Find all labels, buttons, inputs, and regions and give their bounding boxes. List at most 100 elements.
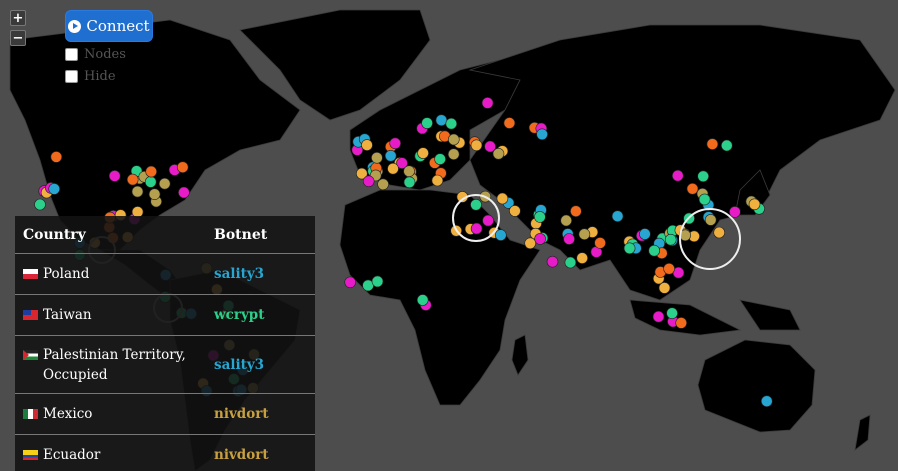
botnet-name: nivdort bbox=[214, 406, 269, 422]
attack-dot bbox=[384, 150, 397, 162]
attack-dot bbox=[431, 174, 444, 187]
attack-table: Country Botnet Poland sality3 Taiwan wcr… bbox=[15, 216, 315, 471]
attack-dot bbox=[536, 128, 548, 141]
attack-dot bbox=[131, 185, 144, 198]
attack-dot bbox=[445, 117, 458, 130]
option-nodes[interactable]: Nodes bbox=[65, 47, 126, 62]
country-cell: Taiwan bbox=[15, 305, 214, 325]
attack-dot bbox=[434, 153, 446, 165]
attack-dot bbox=[698, 193, 711, 206]
table-row[interactable]: Ecuador nivdort bbox=[15, 435, 315, 471]
attack-dot bbox=[748, 198, 761, 211]
attack-dot bbox=[48, 183, 61, 195]
attack-dot bbox=[403, 176, 416, 189]
country-name: Taiwan bbox=[43, 307, 92, 323]
attack-dot bbox=[534, 211, 546, 223]
attack-dot bbox=[148, 188, 161, 200]
attack-dot bbox=[470, 199, 482, 211]
botnet-header: Botnet bbox=[214, 226, 268, 243]
attack-dot bbox=[34, 198, 46, 211]
attack-dot bbox=[416, 294, 429, 306]
attack-dot bbox=[663, 262, 675, 275]
attack-dot bbox=[560, 214, 573, 227]
attack-dot bbox=[371, 152, 383, 164]
attack-dot bbox=[578, 228, 591, 240]
attack-dot bbox=[470, 222, 483, 235]
attack-dot bbox=[435, 114, 448, 126]
attack-dot bbox=[594, 237, 606, 249]
attack-dot bbox=[503, 117, 516, 129]
country-header: Country bbox=[23, 226, 86, 243]
attack-dot bbox=[576, 252, 589, 264]
attack-dot bbox=[697, 170, 710, 183]
attack-dot bbox=[658, 282, 671, 294]
attack-dot bbox=[675, 317, 688, 329]
attack-dot bbox=[108, 170, 121, 182]
attack-dot bbox=[144, 176, 157, 188]
attack-dot bbox=[417, 147, 429, 159]
play-icon bbox=[68, 19, 82, 33]
country-cell: Mexico bbox=[15, 404, 214, 424]
attack-dot bbox=[639, 228, 651, 240]
attack-dot bbox=[362, 175, 375, 188]
attack-dot bbox=[403, 165, 415, 177]
zoom-in-button[interactable]: + bbox=[10, 10, 26, 26]
table-row[interactable]: Palestinian Territory, Occupied sality3 bbox=[15, 336, 315, 394]
country-name: Ecuador bbox=[43, 447, 101, 463]
attack-dot bbox=[344, 276, 357, 289]
attack-dot bbox=[611, 210, 624, 222]
table-row[interactable]: Poland sality3 bbox=[15, 254, 315, 295]
attack-dot bbox=[704, 214, 717, 226]
botnet-name: wcrypt bbox=[214, 307, 265, 323]
checkbox[interactable] bbox=[65, 48, 78, 61]
option-label: Hide bbox=[84, 69, 116, 84]
attack-dot bbox=[145, 165, 157, 178]
attack-dot bbox=[760, 395, 773, 408]
country-name: Palestinian Territory, Occupied bbox=[43, 346, 186, 383]
attack-dot bbox=[563, 233, 575, 245]
attack-dot bbox=[713, 226, 726, 239]
attack-dot bbox=[664, 233, 677, 246]
attack-dot bbox=[492, 148, 505, 160]
zoom-out-button[interactable]: − bbox=[10, 30, 26, 46]
attack-dot bbox=[729, 206, 741, 218]
botnet-name: sality3 bbox=[214, 266, 265, 282]
table-row[interactable]: Mexico nivdort bbox=[15, 394, 315, 435]
attack-dot bbox=[470, 139, 483, 152]
attack-dot bbox=[494, 229, 507, 241]
mexico-flag-icon bbox=[23, 409, 38, 419]
option-label: Nodes bbox=[84, 47, 126, 62]
attack-dot bbox=[389, 137, 402, 150]
attack-dot bbox=[361, 139, 373, 151]
table-row[interactable]: Taiwan wcrypt bbox=[15, 295, 315, 336]
attack-dot bbox=[371, 275, 384, 288]
option-hide[interactable]: Hide bbox=[65, 69, 116, 84]
attack-dot bbox=[50, 151, 63, 163]
attack-dot bbox=[666, 307, 678, 320]
attack-dot bbox=[421, 117, 433, 129]
attack-dot bbox=[509, 205, 521, 217]
attack-dot bbox=[178, 186, 190, 199]
attack-dot bbox=[623, 242, 636, 255]
ecuador-flag-icon bbox=[23, 450, 38, 460]
attack-dot bbox=[648, 244, 661, 257]
attack-dot bbox=[482, 214, 494, 227]
checkbox[interactable] bbox=[65, 70, 78, 83]
botnet-name: sality3 bbox=[214, 356, 265, 373]
taiwan-flag-icon bbox=[23, 310, 38, 320]
attack-dot bbox=[176, 161, 189, 173]
attack-dot bbox=[126, 173, 139, 186]
attack-dot bbox=[377, 178, 389, 191]
country-name: Poland bbox=[43, 266, 90, 282]
country-cell: Palestinian Territory, Occupied bbox=[15, 345, 214, 385]
attack-dot bbox=[564, 256, 577, 269]
country-cell: Ecuador bbox=[15, 445, 214, 465]
palestine-flag-icon bbox=[23, 349, 38, 360]
attack-dot bbox=[481, 97, 494, 109]
connect-button[interactable]: Connect bbox=[65, 10, 153, 42]
botnet-name: nivdort bbox=[214, 447, 269, 463]
table-header: Country Botnet bbox=[15, 216, 315, 254]
attack-dot bbox=[534, 233, 546, 245]
attack-dot bbox=[524, 237, 537, 250]
attack-dot bbox=[546, 255, 559, 268]
